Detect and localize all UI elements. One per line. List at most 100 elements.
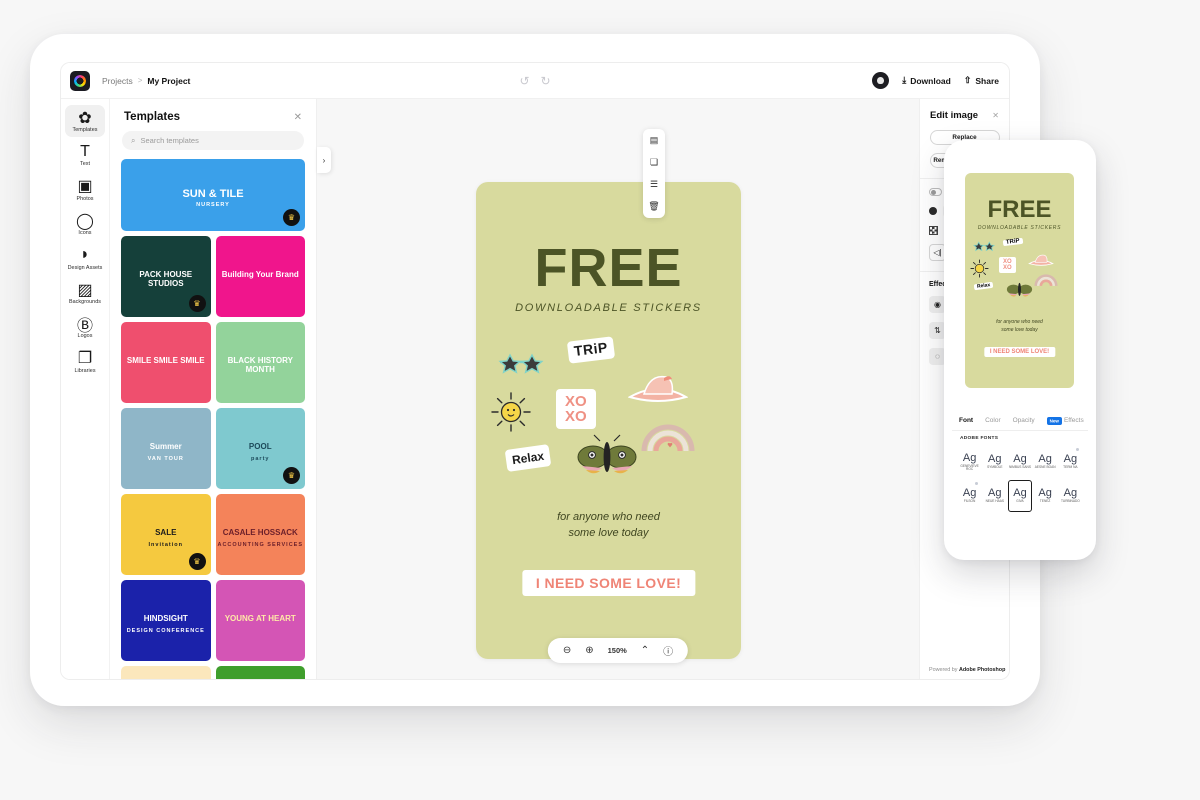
phone-artboard-subtitle: DOWNLOADABLE STICKERS [977, 225, 1062, 231]
template-card[interactable]: SMILE SMILE SMILE [121, 322, 211, 403]
font-option[interactable]: Ag GIVA [1008, 480, 1032, 512]
download-label: Download [910, 75, 951, 86]
moth-sticker[interactable] [576, 433, 638, 479]
powered-by-label: Powered by Adobe Photoshop [929, 667, 1005, 673]
font-option[interactable]: Ag NIMBUS SANS [1008, 446, 1031, 478]
download-button[interactable]: ⤓ Download [902, 75, 951, 86]
tablet-device-frame: Projects > My Project ↺ ↻ ⤓ Download ⇧ S… [30, 34, 1040, 706]
template-card[interactable]: SUN & TILE NURSERY ♛ [121, 159, 305, 231]
font-option[interactable]: Ag TERM NA [1059, 446, 1082, 478]
layers-icon[interactable]: ☰ [650, 179, 658, 190]
font-option[interactable]: Ag SYMBOLE [983, 446, 1006, 478]
rail-item-photos[interactable]: ▣ Photos [65, 174, 105, 206]
search-templates-input[interactable]: ⌕ Search templates [122, 131, 304, 150]
rail-item-libraries[interactable]: ❐ Libraries [65, 346, 105, 378]
trip-sticker-label: TRiP [573, 339, 609, 360]
template-card-title: BLACK HISTORY MONTH [227, 356, 293, 375]
star-sunglasses-sticker[interactable] [496, 353, 550, 379]
template-card[interactable]: CASALE HOSSACK ACCOUNTING SERVICES [215, 494, 305, 575]
rail-item-logos[interactable]: Ⓑ Logos [65, 311, 105, 343]
template-card[interactable]: HINDSIGHT DESIGN CONFERENCE [121, 580, 211, 661]
font-name: FILSON [963, 499, 976, 504]
history-controls: ↺ ↻ [519, 74, 550, 88]
relax-sticker-label: Relax [511, 448, 545, 468]
phone-tab-effects[interactable]: New Effects [1046, 416, 1084, 425]
zoom-out-icon[interactable]: ⊖ [563, 645, 571, 656]
artboard-quote-line1: for anyone who need [557, 511, 660, 523]
zoom-in-icon[interactable]: ⊕ [585, 645, 593, 656]
phone-tab-label: Color [985, 417, 1001, 424]
close-icon[interactable]: ✕ [992, 111, 999, 120]
rail-item-text[interactable]: T Text [65, 139, 105, 171]
chevron-up-icon[interactable]: ⌃ [641, 645, 649, 656]
font-sample-glyph: Ag [962, 487, 977, 500]
breadcrumb-current-project[interactable]: My Project [147, 76, 190, 86]
template-card[interactable]: Building Your Brand [215, 236, 305, 317]
rainbow-sticker[interactable] [640, 419, 696, 453]
templates-panel-title: Templates [124, 111, 181, 123]
breadcrumb-projects[interactable]: Projects [102, 76, 133, 86]
rail-item-backgrounds[interactable]: ▨ Backgrounds [65, 277, 105, 309]
template-card[interactable]: POOL party ♛ [215, 408, 305, 489]
adobe-express-logo-icon[interactable] [70, 70, 90, 91]
font-sample-glyph: Ag [1063, 487, 1078, 500]
close-icon[interactable]: ✕ [294, 112, 302, 123]
phone-tab-color[interactable]: Color [985, 417, 1001, 424]
powered-brand: Adobe Photoshop [958, 667, 1006, 673]
font-name: NEUE HAAS [985, 499, 1004, 504]
font-option[interactable]: Ag NEUE HAAS [983, 480, 1006, 512]
user-avatar[interactable] [872, 72, 890, 89]
template-card[interactable]: PACK HOUSE STUDIOS ♛ [121, 236, 211, 317]
font-option[interactable]: Ag AESNE BOAN [1034, 446, 1057, 478]
template-card-subtitle: VAN TOUR [147, 456, 184, 463]
delete-icon[interactable]: 🗑 [648, 201, 659, 212]
duplicate-icon[interactable]: ❏ [650, 157, 658, 168]
redo-icon[interactable]: ↻ [541, 74, 551, 88]
zoom-level-value[interactable]: 150% [608, 646, 627, 655]
template-card[interactable]: YOUNG AT HEART [215, 580, 305, 661]
artboard-title[interactable]: FREE [476, 237, 741, 299]
font-option[interactable]: Ag TENEZ [1034, 480, 1057, 512]
font-option[interactable]: Ag FILSON [958, 480, 981, 512]
rail-item-label: Libraries [74, 367, 96, 374]
pink-hat-sticker[interactable] [628, 367, 688, 405]
phone-tab-opacity[interactable]: Opacity [1013, 417, 1035, 424]
template-card[interactable]: JUICE MENU [215, 666, 305, 679]
template-card[interactable]: BIG ANNUALPUFFS [121, 666, 211, 679]
phone-trip-sticker: TRiP [1002, 237, 1023, 247]
photos-icon: ▣ [77, 178, 93, 196]
rail-item-templates[interactable]: ✿ Templates [65, 105, 105, 138]
phone-quote-line1: for anyone who need [996, 319, 1043, 325]
xoxo-sticker[interactable]: XO XO [556, 389, 596, 429]
phone-tab-font[interactable]: Font [959, 417, 973, 424]
relax-sticker[interactable]: Relax [504, 444, 552, 472]
info-icon[interactable]: ⓘ [663, 643, 673, 658]
phone-device-frame: FREE DOWNLOADABLE STICKERS TRiP XO XO Re… [944, 140, 1096, 560]
rail-item-design-assets[interactable]: ◗ Design Assets [65, 243, 105, 275]
font-name: GENEVIEVE ROC [960, 463, 979, 471]
add-to-background-toggle[interactable] [929, 188, 942, 196]
template-card[interactable]: SALE Invitation ♛ [121, 494, 211, 575]
artboard[interactable]: FREE DOWNLOADABLE STICKERS TRiP XO XO Re… [476, 182, 741, 659]
sun-face-sticker[interactable] [490, 391, 532, 433]
trip-sticker[interactable]: TRiP [566, 336, 616, 364]
phone-tab-label: Effects [1063, 417, 1084, 424]
share-button[interactable]: ⇧ Share [964, 75, 999, 86]
font-option[interactable]: Ag GENEVIEVE ROC [958, 446, 981, 478]
panel-collapse-toggle[interactable]: › [317, 147, 331, 173]
artboard-cta-button[interactable]: I NEED SOME LOVE! [521, 570, 696, 596]
artboard-quote[interactable]: for anyone who need some love today [476, 510, 741, 542]
font-name: TURBINADO [1060, 499, 1080, 504]
font-option[interactable]: Ag TURBINADO [1059, 480, 1082, 512]
replace-image-icon[interactable]: ▤ [650, 135, 659, 146]
template-card[interactable]: BLACK HISTORY MONTH [215, 322, 305, 403]
font-name: AESNE BOAN [1034, 465, 1056, 470]
undo-icon[interactable]: ↺ [519, 74, 529, 88]
rail-item-icons[interactable]: ◯ Icons [65, 208, 105, 240]
template-card[interactable]: Summer VAN TOUR [121, 408, 211, 489]
artboard-subtitle[interactable]: DOWNLOADABLE STICKERS [476, 302, 741, 314]
rail-item-label: Text [79, 161, 91, 168]
phone-artboard[interactable]: FREE DOWNLOADABLE STICKERS TRiP XO XO Re… [965, 173, 1074, 388]
templates-panel-header: Templates ✕ [110, 99, 316, 131]
template-card-subtitle: Invitation [148, 542, 183, 549]
